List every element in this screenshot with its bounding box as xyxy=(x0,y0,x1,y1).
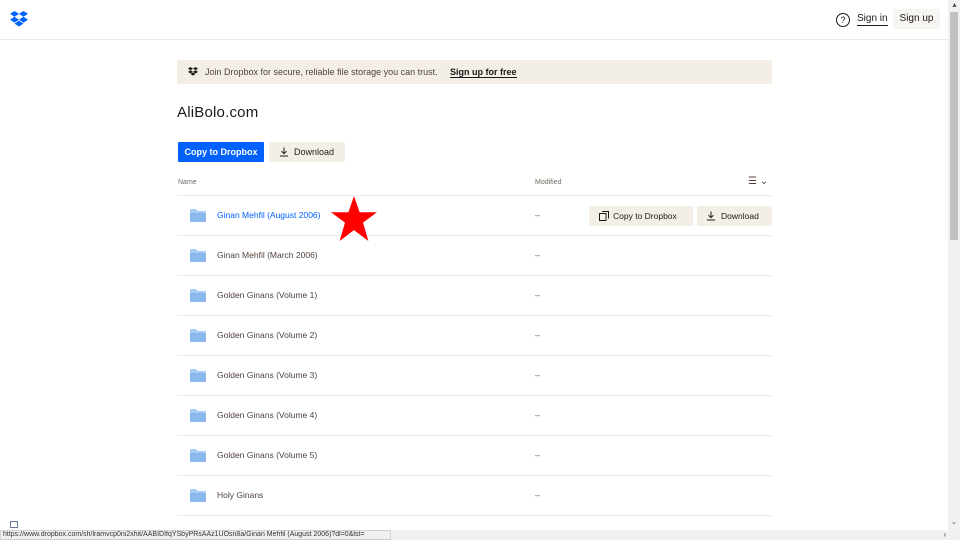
modified-value: – xyxy=(535,370,541,380)
table-row[interactable]: Holy Ginans – xyxy=(177,476,772,516)
scroll-right-icon[interactable]: › xyxy=(943,530,946,540)
signup-banner: Join Dropbox for secure, reliable file s… xyxy=(177,60,772,84)
banner-text: Join Dropbox for secure, reliable file s… xyxy=(205,67,438,77)
page-title: AliBolo.com xyxy=(177,104,259,121)
folder-icon xyxy=(190,289,206,302)
folder-icon xyxy=(190,449,206,462)
red-star-marker xyxy=(331,196,377,241)
banner-signup-link-label[interactable]: Sign up for free xyxy=(450,67,517,78)
download-icon xyxy=(707,211,715,221)
folder-name-link[interactable]: Holy Ginans xyxy=(217,490,263,500)
folder-icon xyxy=(190,249,206,262)
table-row[interactable]: Golden Ginans (Volume 4) – xyxy=(177,396,772,436)
table-header: Name Modified ☰ ⌄ xyxy=(177,172,772,196)
folder-icon xyxy=(190,209,206,222)
table-row[interactable]: Golden Ginans (Volume 2) – xyxy=(177,316,772,356)
sign-in-link[interactable]: Sign in xyxy=(857,13,888,26)
view-options-icon[interactable]: ☰ ⌄ xyxy=(748,176,770,188)
modified-value: – xyxy=(535,450,541,460)
dropbox-small-icon xyxy=(188,67,198,76)
folder-name-link[interactable]: Ginan Mehfil (March 2006) xyxy=(217,250,318,260)
download-button-label: Download xyxy=(294,147,335,157)
column-modified-header[interactable]: Modified xyxy=(535,179,561,186)
scroll-up-icon[interactable]: ▲ xyxy=(951,2,958,9)
folder-name-link[interactable]: Golden Ginans (Volume 2) xyxy=(217,330,317,340)
table-row[interactable]: Golden Ginans (Volume 1) – xyxy=(177,276,772,316)
help-icon[interactable]: ? xyxy=(836,13,850,27)
horizontal-scrollbar[interactable]: › xyxy=(391,530,960,540)
row-copy-label: Copy to Dropbox xyxy=(613,211,677,221)
sign-up-button[interactable]: Sign up xyxy=(893,9,940,29)
dropbox-logo-icon[interactable] xyxy=(10,11,28,27)
modified-value: – xyxy=(535,330,541,340)
folder-icon xyxy=(190,409,206,422)
folder-name-link[interactable]: Golden Ginans (Volume 1) xyxy=(217,290,317,300)
folder-icon xyxy=(190,329,206,342)
modified-value: – xyxy=(535,290,541,300)
modified-value: – xyxy=(535,490,541,500)
vertical-scrollbar[interactable]: ▲ ⌄ xyxy=(948,0,960,530)
top-bar: ? Sign in Sign up xyxy=(0,0,948,40)
column-name-header[interactable]: Name xyxy=(178,179,197,186)
scrollbar-thumb[interactable] xyxy=(950,12,958,240)
folder-icon xyxy=(190,369,206,382)
table-row[interactable]: Ginan Mehfil (March 2006) – xyxy=(177,236,772,276)
folder-name-link[interactable]: Golden Ginans (Volume 5) xyxy=(217,450,317,460)
table-row[interactable]: Golden Ginans (Volume 3) – xyxy=(177,356,772,396)
table-row[interactable]: Ginan Mehfil (August 2006) – Copy to Dropb… xyxy=(177,196,772,236)
copy-to-dropbox-button[interactable]: Copy to Dropbox xyxy=(178,142,264,162)
download-icon xyxy=(280,147,288,157)
status-bar-url: https://www.dropbox.com/sh/lramvcp0ni2xh… xyxy=(0,530,391,540)
modified-value: – xyxy=(535,410,541,420)
table-row[interactable]: Golden Ginans (Volume 5) – xyxy=(177,436,772,476)
folder-icon xyxy=(190,489,206,502)
scroll-down-icon[interactable]: ⌄ xyxy=(951,518,957,526)
banner-signup-link[interactable]: Sign up for free xyxy=(450,60,517,84)
page-icon xyxy=(10,521,18,528)
row-download-button[interactable]: Download xyxy=(697,206,772,226)
row-copy-to-dropbox-button[interactable]: Copy to Dropbox xyxy=(589,206,693,226)
folder-name-link[interactable]: Golden Ginans (Volume 4) xyxy=(217,410,317,420)
modified-value: – xyxy=(535,250,541,260)
download-button[interactable]: Download xyxy=(269,142,345,162)
row-download-label: Download xyxy=(721,211,759,221)
folder-name-link[interactable]: Golden Ginans (Volume 3) xyxy=(217,370,317,380)
copy-icon xyxy=(599,211,609,221)
folder-name-link[interactable]: Ginan Mehfil (August 2006) xyxy=(217,210,320,220)
modified-value: – xyxy=(535,210,541,220)
